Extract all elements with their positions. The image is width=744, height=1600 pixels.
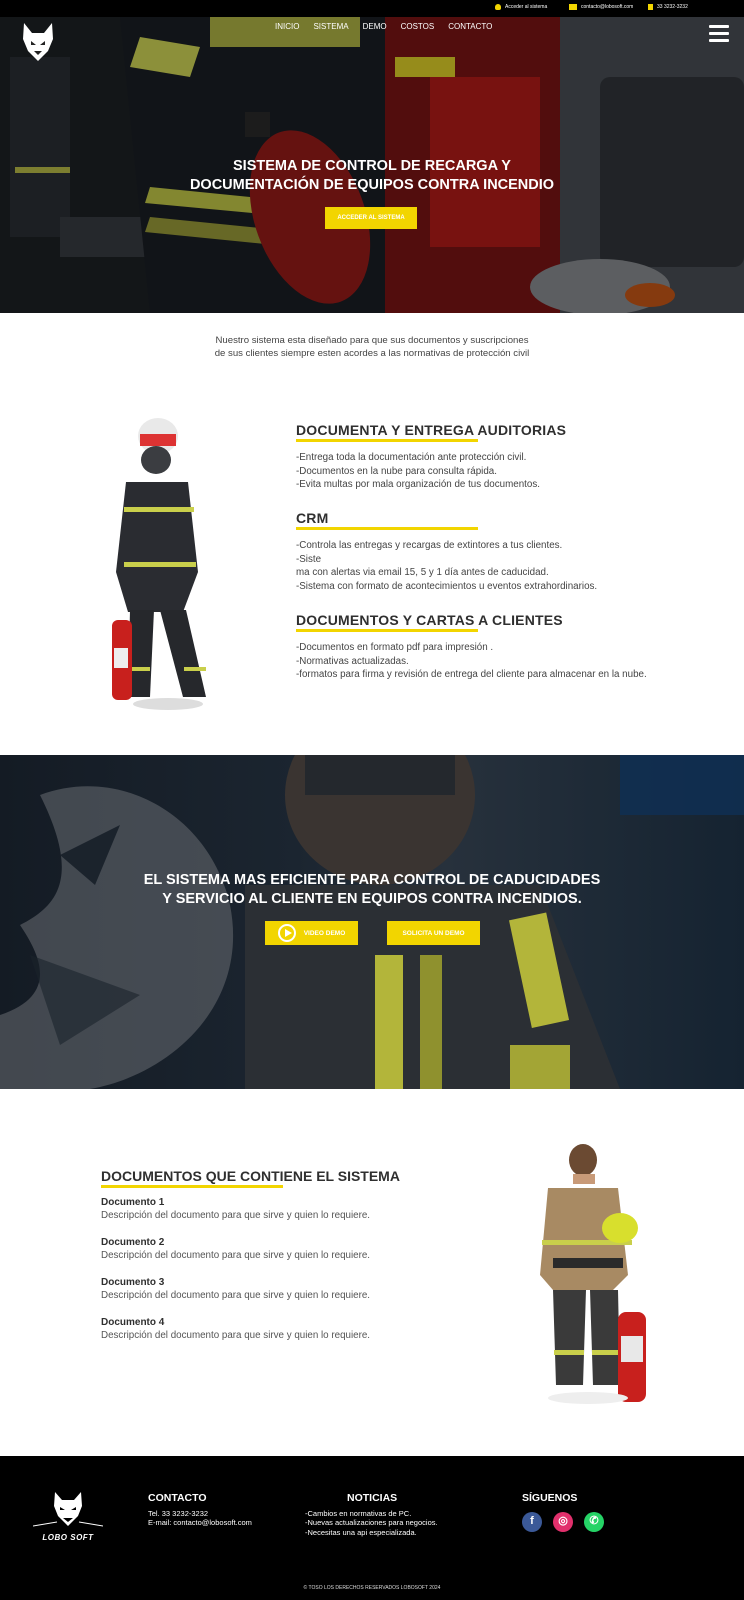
nav-costos[interactable]: COSTOS [401, 22, 435, 31]
title-underline [296, 629, 478, 632]
footer-logo-text: LOBO SOFT [42, 1533, 94, 1542]
feature-audits: DOCUMENTA Y ENTREGA AUDITORIAS -Entrega … [296, 422, 696, 492]
footer-contact-title: CONTACTO [148, 1492, 207, 1504]
email-link[interactable]: contacto@lobosoft.com [569, 4, 633, 10]
banner-background-image [0, 755, 744, 1089]
footer-email[interactable]: E-mail: contacto@lobosoft.com [148, 1518, 252, 1528]
firefighter-helmet-image [540, 1144, 646, 1404]
footer: LOBO SOFT CONTACTO Tel. 33 3232-3232 E-m… [0, 1456, 744, 1600]
intro-line2: de sus clientes siempre esten acordes a … [214, 348, 530, 359]
list-item: -Controla las entregas y recargas de ext… [296, 540, 563, 551]
feature-crm-list: -Controla las entregas y recargas de ext… [296, 539, 696, 593]
list-item: -Evita multas por mala organización de t… [296, 479, 540, 490]
intro-text: Nuestro sistema esta diseñado para que s… [150, 334, 594, 360]
nav-demo[interactable]: DEMO [363, 22, 387, 31]
documents-section: DOCUMENTOS QUE CONTIENE EL SISTEMA Docum… [101, 1168, 481, 1342]
document-name: Documento 3 [101, 1277, 165, 1288]
video-demo-label: VIDEO DEMO [303, 929, 346, 937]
list-item: -Documentos en la nube para consulta ráp… [296, 465, 497, 477]
copyright: © TOSO LOS DERECHOS RESERVADOS LOBOSOFT … [303, 1585, 441, 1591]
documents-title: DOCUMENTOS QUE CONTIENE EL SISTEMA [101, 1168, 400, 1184]
feature-crm: CRM -Controla las entregas y recargas de… [296, 510, 696, 593]
phone-label: 33 3232-3232 [657, 4, 688, 10]
list-item: ma con alertas via email 15, 5 y 1 día a… [296, 567, 549, 578]
mail-icon [569, 4, 577, 10]
list-item[interactable]: -Nuevas actualizaciones para negocios. [305, 1518, 438, 1528]
banner-title: EL SISTEMA MAS EFICIENTE PARA CONTROL DE… [100, 871, 644, 909]
list-item: -Entrega toda la documentación ante prot… [296, 452, 527, 463]
list-item: -Documentos en formato pdf para impresió… [296, 642, 494, 653]
footer-social: SÍGUENOS f ◎ ✆ [522, 1492, 604, 1532]
documents-list: Documento 1 Descripción del documento pa… [101, 1196, 481, 1342]
phone-link[interactable]: 33 3232-3232 [648, 4, 688, 10]
main-nav: INICIO SISTEMA DEMO COSTOS CONTACTO [275, 22, 492, 31]
list-item: -Siste [296, 553, 322, 565]
nav-inicio[interactable]: INICIO [275, 22, 299, 31]
facebook-icon[interactable]: f [522, 1511, 542, 1532]
firefighter-extinguisher-image [112, 418, 206, 710]
hero-title-line1: SISTEMA DE CONTROL DE RECARGA Y [233, 158, 511, 174]
document-name: Documento 4 [101, 1317, 165, 1328]
title-underline [296, 527, 478, 530]
feature-letters: DOCUMENTOS Y CARTAS A CLIENTES -Document… [296, 612, 696, 682]
nav-sistema[interactable]: SISTEMA [313, 22, 348, 31]
list-item: Documento 4 Descripción del documento pa… [101, 1316, 481, 1342]
hero-title-line2: DOCUMENTACIÓN DE EQUIPOS CONTRA INCENDIO [189, 177, 555, 193]
hero-section: INICIO SISTEMA DEMO COSTOS CONTACTO SIST… [0, 17, 744, 313]
access-link[interactable]: Acceder al sistema [495, 4, 547, 10]
hero-title: SISTEMA DE CONTROL DE RECARGA Y DOCUMENT… [120, 157, 624, 195]
footer-contact: CONTACTO Tel. 33 3232-3232 E-mail: conta… [148, 1492, 252, 1528]
title-underline [296, 439, 478, 442]
document-desc: Descripción del documento para que sirve… [101, 1210, 371, 1221]
banner-title-line1: EL SISTEMA MAS EFICIENTE PARA CONTROL DE… [143, 872, 601, 888]
feature-letters-title: DOCUMENTOS Y CARTAS A CLIENTES [296, 612, 563, 628]
video-demo-button[interactable]: VIDEO DEMO [265, 921, 358, 945]
list-item: -Normativas actualizadas. [296, 655, 409, 667]
menu-icon[interactable] [709, 25, 729, 45]
document-name: Documento 1 [101, 1197, 165, 1208]
list-item[interactable]: -Cambios en normativas de PC. [305, 1509, 438, 1519]
footer-news-title: NOTICIAS [347, 1492, 398, 1504]
wolf-logo[interactable] [20, 23, 56, 63]
feature-audits-title: DOCUMENTA Y ENTREGA AUDITORIAS [296, 422, 567, 438]
footer-phone[interactable]: Tel. 33 3232-3232 [148, 1509, 252, 1519]
wolf-logo [32, 1492, 104, 1527]
social-links: f ◎ ✆ [522, 1511, 604, 1532]
list-item: -formatos para firma y revisión de entre… [296, 669, 647, 680]
instagram-icon[interactable]: ◎ [553, 1511, 573, 1532]
document-name: Documento 2 [101, 1237, 165, 1248]
footer-news: NOTICIAS -Cambios en normativas de PC. -… [305, 1492, 438, 1538]
list-item: Documento 2 Descripción del documento pa… [101, 1236, 481, 1262]
title-underline [101, 1185, 283, 1188]
document-desc: Descripción del documento para que sirve… [101, 1290, 371, 1301]
list-item: Documento 1 Descripción del documento pa… [101, 1196, 481, 1222]
document-desc: Descripción del documento para que sirve… [101, 1330, 371, 1341]
access-system-button[interactable]: ACCEDER AL SISTEMA [325, 207, 417, 229]
email-label: contacto@lobosoft.com [581, 4, 634, 10]
user-icon [495, 4, 501, 10]
efficiency-banner: EL SISTEMA MAS EFICIENTE PARA CONTROL DE… [0, 755, 744, 1089]
footer-social-title: SÍGUENOS [522, 1492, 578, 1504]
request-demo-button[interactable]: SOLICITA UN DEMO [387, 921, 480, 945]
feature-audits-list: -Entrega toda la documentación ante prot… [296, 451, 696, 492]
play-icon [277, 924, 296, 942]
intro-line1: Nuestro sistema esta diseñado para que s… [215, 335, 529, 346]
feature-letters-list: -Documentos en formato pdf para impresió… [296, 641, 696, 682]
list-item[interactable]: -Necesitas una api especializada. [305, 1528, 438, 1538]
document-desc: Descripción del documento para que sirve… [101, 1250, 371, 1261]
list-item: -Sistema con formato de acontecimientos … [296, 580, 598, 592]
nav-contacto[interactable]: CONTACTO [448, 22, 492, 31]
banner-title-line2: Y SERVICIO AL CLIENTE EN EQUIPOS CONTRA … [162, 891, 582, 907]
list-item: Documento 3 Descripción del documento pa… [101, 1276, 481, 1302]
feature-crm-title: CRM [296, 510, 329, 526]
footer-logo[interactable]: LOBO SOFT [32, 1492, 104, 1542]
whatsapp-icon[interactable]: ✆ [584, 1511, 604, 1532]
phone-icon [648, 4, 653, 10]
access-link-label: Acceder al sistema [505, 4, 548, 10]
top-bar: Acceder al sistema contacto@lobosoft.com… [0, 0, 744, 17]
